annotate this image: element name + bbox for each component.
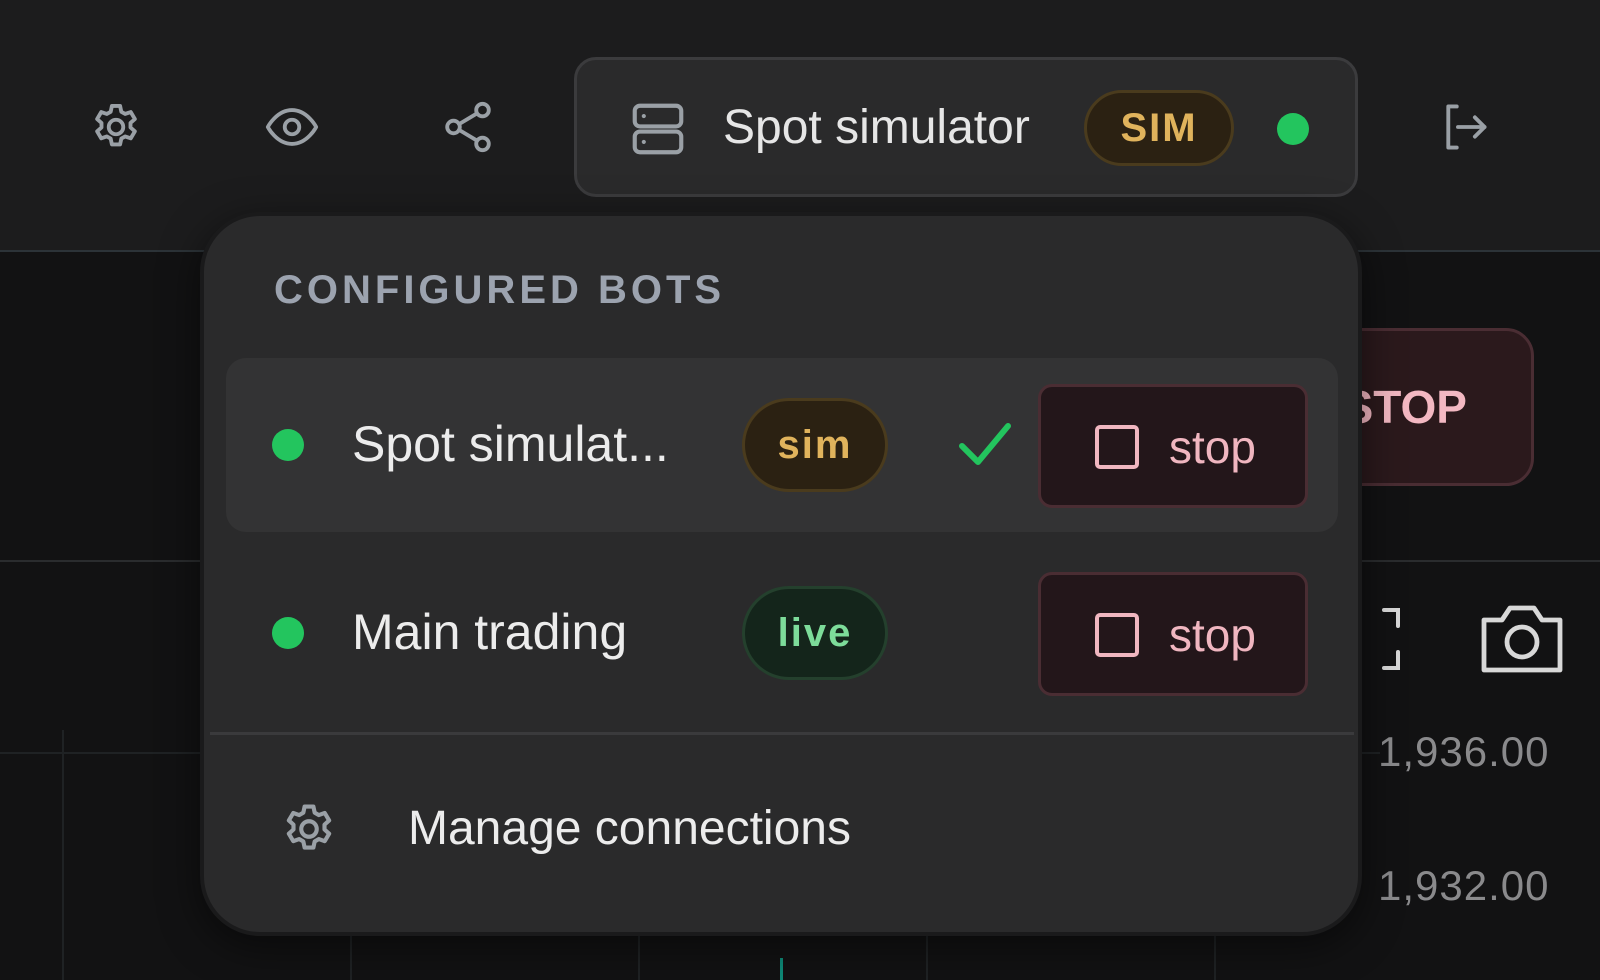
- selected-bot-name: Spot simulator: [723, 101, 1030, 154]
- bot-dropdown: CONFIGURED BOTS Spot simulat... sim stop…: [200, 212, 1362, 936]
- status-dot: [1277, 113, 1309, 145]
- price-label: 1,932.00: [1378, 862, 1550, 909]
- eye-icon[interactable]: [262, 97, 322, 157]
- bot-item-spot-simulator[interactable]: Spot simulat... sim stop: [226, 358, 1338, 532]
- mode-badge: sim: [742, 398, 888, 492]
- check-icon: [959, 423, 1011, 465]
- fullscreen-icon[interactable]: [1380, 606, 1406, 672]
- mode-badge: live: [742, 586, 888, 680]
- chart-grid-line: [62, 730, 64, 980]
- bot-item-main-trading[interactable]: Main trading live stop: [226, 546, 1338, 720]
- settings-icon[interactable]: [86, 97, 146, 157]
- dropdown-heading: CONFIGURED BOTS: [274, 268, 726, 312]
- price-label: 1,936.00: [1378, 728, 1550, 775]
- logout-icon[interactable]: [1434, 97, 1494, 157]
- gear-icon: [286, 804, 332, 850]
- status-dot: [272, 429, 304, 461]
- stop-button[interactable]: stop: [1038, 384, 1308, 508]
- bot-name: Spot simulat...: [352, 416, 669, 472]
- server-icon: [632, 103, 684, 155]
- mode-badge: SIM: [1084, 90, 1234, 166]
- manage-connections-label: Manage connections: [408, 802, 851, 855]
- chart-candle: [780, 958, 783, 980]
- manage-connections-item[interactable]: Manage connections: [244, 776, 1324, 896]
- camera-icon[interactable]: [1478, 600, 1566, 676]
- stop-label: stop: [1169, 609, 1256, 661]
- status-dot: [272, 617, 304, 649]
- stop-label: stop: [1169, 421, 1256, 473]
- share-icon[interactable]: [438, 97, 498, 157]
- stop-icon: [1095, 425, 1139, 469]
- bot-name: Main trading: [352, 604, 628, 660]
- divider: [210, 732, 1354, 735]
- stop-icon: [1095, 613, 1139, 657]
- bot-selector[interactable]: Spot simulator SIM: [574, 57, 1358, 197]
- stop-button[interactable]: stop: [1038, 572, 1308, 696]
